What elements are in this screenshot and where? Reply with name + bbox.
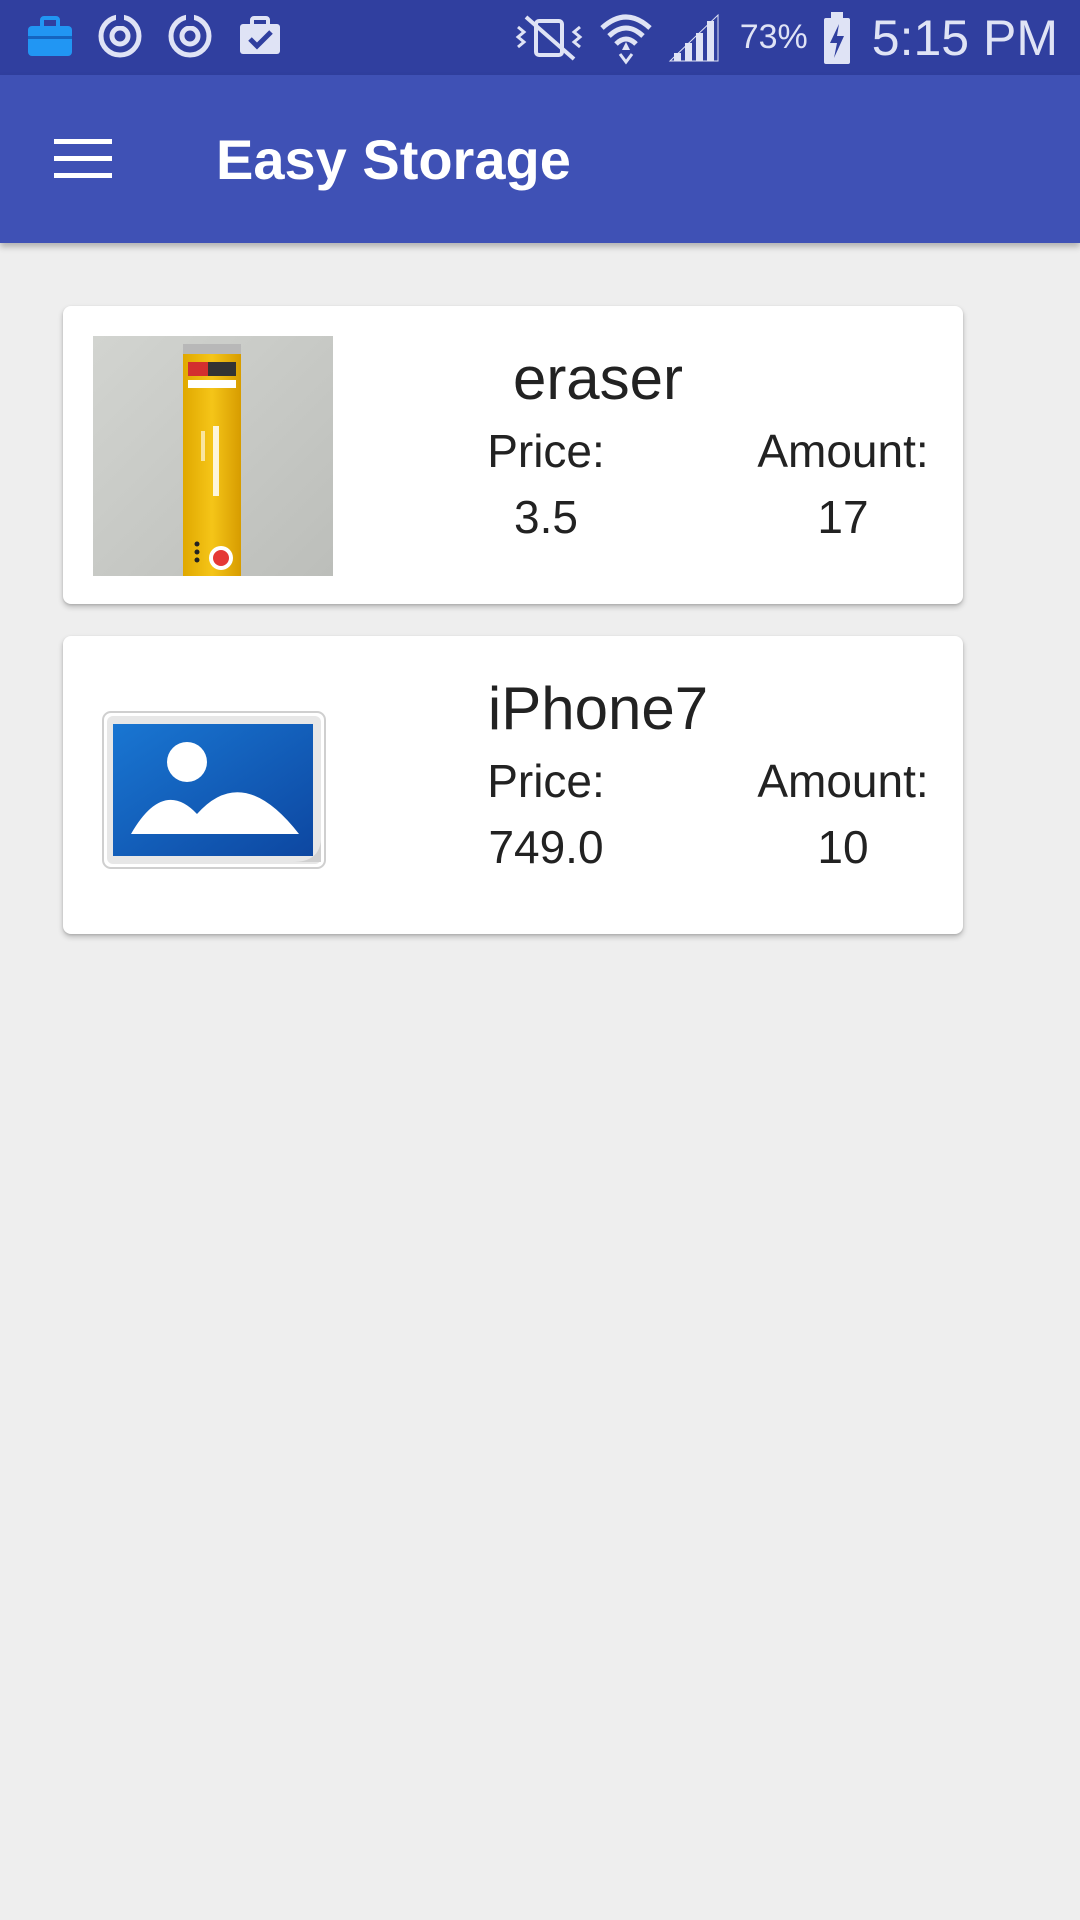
wifi-icon bbox=[598, 10, 654, 66]
vibrate-icon bbox=[514, 13, 584, 63]
clock: 5:15 PM bbox=[871, 9, 1058, 66]
item-card[interactable]: iPhone7 Price: 749.0 Amount: 10 bbox=[63, 636, 963, 934]
price-value: 749.0 bbox=[488, 821, 604, 873]
sync-icon bbox=[96, 12, 144, 65]
briefcase-icon bbox=[26, 12, 74, 65]
item-name: eraser bbox=[512, 345, 684, 412]
image-placeholder-icon bbox=[93, 666, 333, 906]
amount-label: Amount: bbox=[757, 755, 929, 807]
item-list: eraser Price: 3.5 Amount: 17 iPhone7 Pri… bbox=[63, 306, 963, 966]
eraser-photo bbox=[93, 336, 333, 576]
amount-label: Amount: bbox=[757, 425, 929, 477]
notification-icons bbox=[26, 12, 284, 65]
clipboard-check-icon bbox=[236, 12, 284, 65]
app-title: Easy Storage bbox=[216, 128, 571, 191]
cell-signal-icon bbox=[668, 11, 722, 65]
price-label: Price: bbox=[487, 425, 605, 477]
price-value: 3.5 bbox=[514, 491, 578, 543]
system-icons: 73% 5:15 PM bbox=[514, 0, 1058, 75]
item-name: iPhone7 bbox=[487, 675, 709, 742]
battery-charging-icon bbox=[822, 10, 852, 66]
sync-icon bbox=[166, 12, 214, 65]
price-label: Price: bbox=[487, 755, 605, 807]
menu-icon[interactable] bbox=[54, 137, 112, 181]
item-card[interactable]: eraser Price: 3.5 Amount: 17 bbox=[63, 306, 963, 604]
amount-value: 10 bbox=[817, 821, 869, 873]
amount-value: 17 bbox=[817, 491, 869, 543]
status-bar: 73% 5:15 PM bbox=[0, 0, 1080, 75]
battery-percent: 73% bbox=[739, 18, 808, 56]
app-bar: Easy Storage bbox=[0, 75, 1080, 243]
